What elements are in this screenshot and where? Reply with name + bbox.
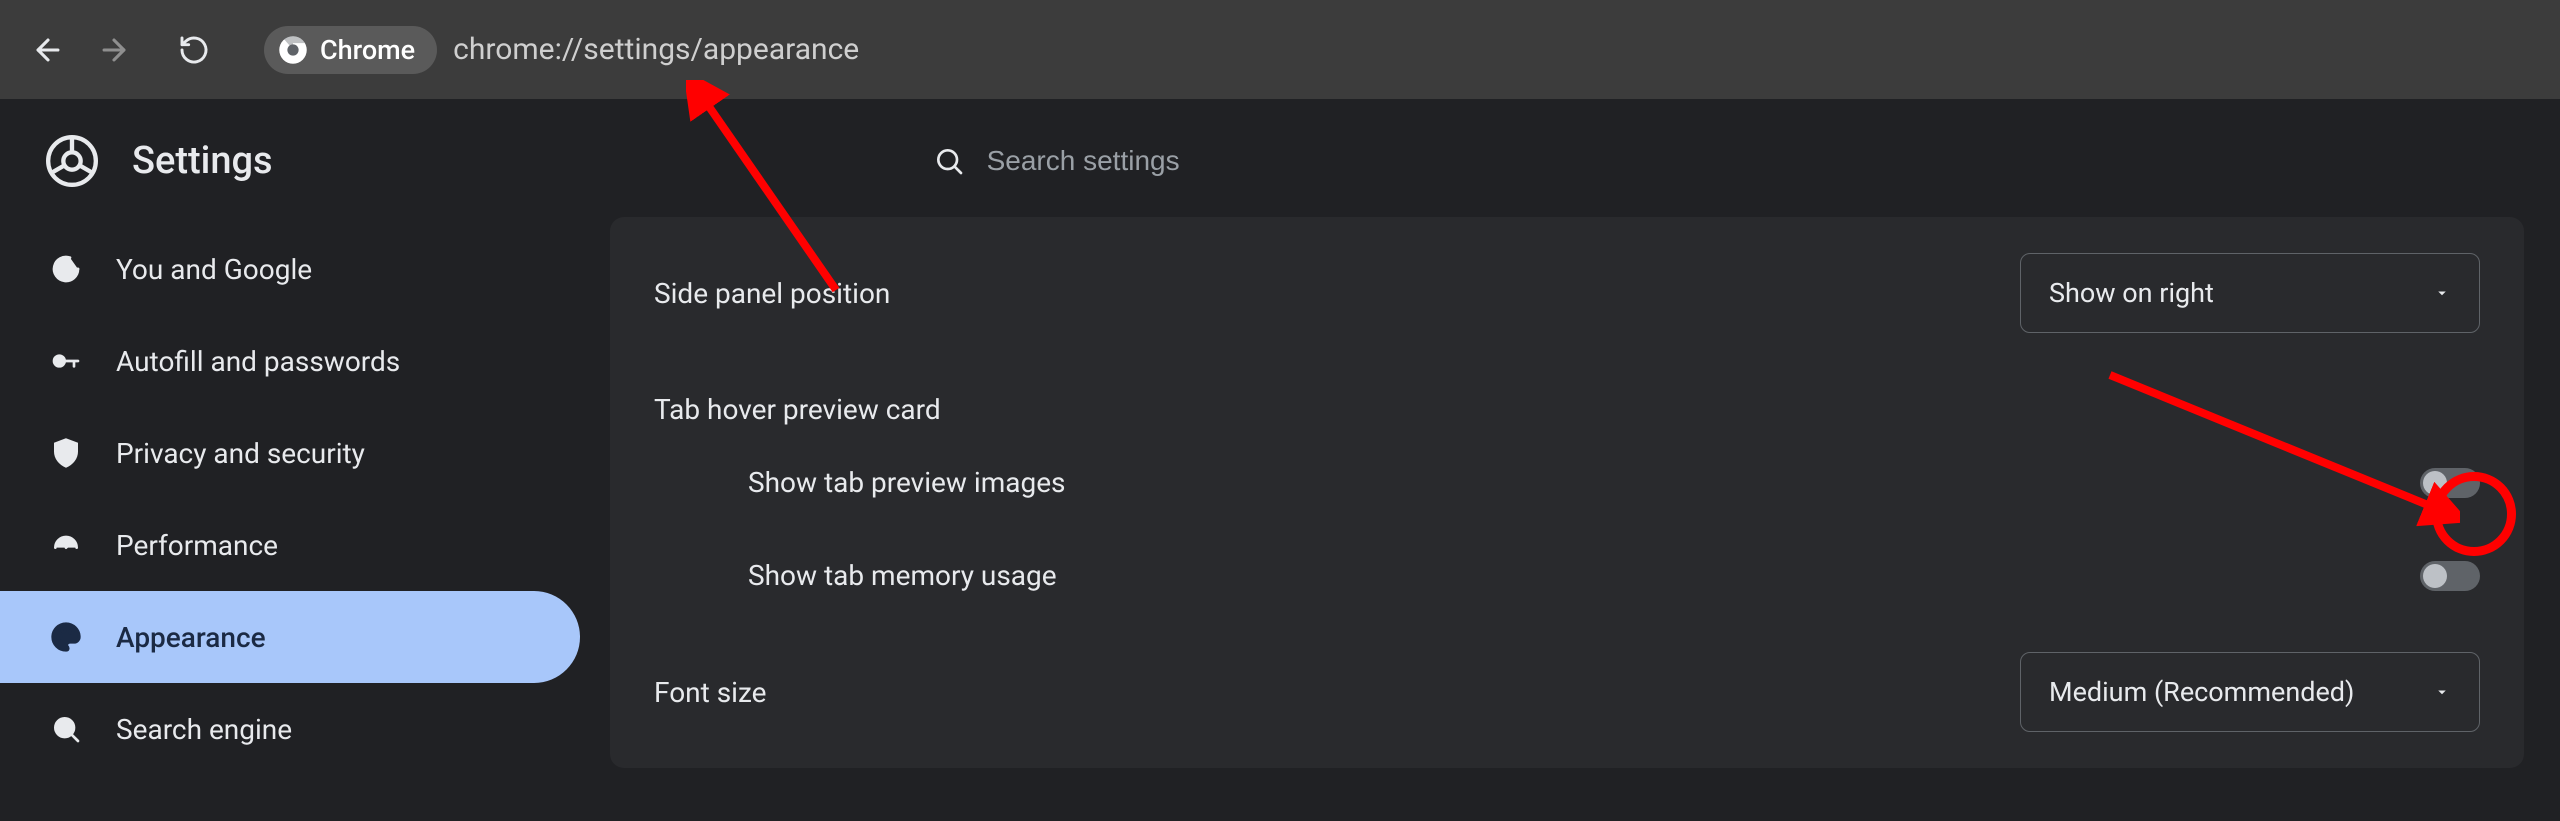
back-button[interactable]	[24, 26, 72, 74]
palette-icon	[50, 621, 82, 653]
select-value: Medium (Recommended)	[2049, 676, 2354, 708]
chrome-logo-icon	[46, 135, 98, 187]
select-value: Show on right	[2049, 277, 2214, 309]
search-icon	[933, 145, 965, 177]
sidebar-item-autofill[interactable]: Autofill and passwords	[0, 315, 580, 407]
toggle-show-tab-memory-usage[interactable]	[2420, 561, 2480, 591]
chevron-down-icon	[2433, 284, 2451, 302]
setting-label: Font size	[654, 676, 767, 709]
shield-icon	[50, 437, 82, 469]
search-icon	[50, 713, 82, 745]
font-size-select[interactable]: Medium (Recommended)	[2020, 652, 2480, 732]
appearance-card: Side panel position Show on right Tab ho…	[610, 217, 2524, 768]
setting-font-size: Font size Medium (Recommended)	[610, 622, 2524, 762]
setting-tab-hover-header: Tab hover preview card	[610, 363, 2524, 436]
page-header: Settings	[0, 99, 2560, 217]
sidebar-item-label: Search engine	[116, 713, 292, 746]
setting-label: Show tab memory usage	[748, 559, 1057, 592]
google-icon	[50, 253, 82, 285]
side-panel-select[interactable]: Show on right	[2020, 253, 2480, 333]
search-settings[interactable]	[933, 145, 1487, 177]
site-chip[interactable]: Chrome	[264, 26, 437, 74]
setting-show-tab-preview-images: Show tab preview images	[610, 436, 2524, 529]
setting-side-panel-position: Side panel position Show on right	[610, 223, 2524, 363]
setting-show-tab-memory-usage: Show tab memory usage	[610, 529, 2524, 622]
site-chip-label: Chrome	[320, 34, 415, 66]
sidebar: You and Google Autofill and passwords Pr…	[0, 217, 580, 821]
sidebar-item-label: Appearance	[116, 621, 266, 654]
setting-label: Side panel position	[654, 277, 890, 310]
setting-label: Tab hover preview card	[654, 393, 941, 426]
sidebar-item-label: Performance	[116, 529, 278, 562]
key-icon	[50, 345, 82, 377]
sidebar-item-label: Privacy and security	[116, 437, 365, 470]
sidebar-item-label: You and Google	[116, 253, 312, 286]
reload-button[interactable]	[170, 26, 218, 74]
sidebar-item-label: Autofill and passwords	[116, 345, 400, 378]
browser-toolbar: Chrome chrome://settings/appearance	[0, 0, 2560, 99]
sidebar-item-appearance[interactable]: Appearance	[0, 591, 580, 683]
sidebar-item-privacy[interactable]: Privacy and security	[0, 407, 580, 499]
url-text[interactable]: chrome://settings/appearance	[453, 32, 859, 67]
chrome-icon	[278, 35, 308, 65]
sidebar-item-performance[interactable]: Performance	[0, 499, 580, 591]
sidebar-item-search-engine[interactable]: Search engine	[0, 683, 580, 775]
forward-button[interactable]	[90, 26, 138, 74]
address-bar[interactable]: Chrome chrome://settings/appearance	[264, 20, 859, 80]
toggle-show-tab-preview-images[interactable]	[2420, 468, 2480, 498]
search-input[interactable]	[987, 145, 1487, 177]
page-title: Settings	[132, 139, 273, 183]
setting-label: Show tab preview images	[748, 466, 1066, 499]
sidebar-item-you-and-google[interactable]: You and Google	[0, 223, 580, 315]
chevron-down-icon	[2433, 683, 2451, 701]
speedometer-icon	[50, 529, 82, 561]
settings-main: Side panel position Show on right Tab ho…	[580, 217, 2560, 821]
